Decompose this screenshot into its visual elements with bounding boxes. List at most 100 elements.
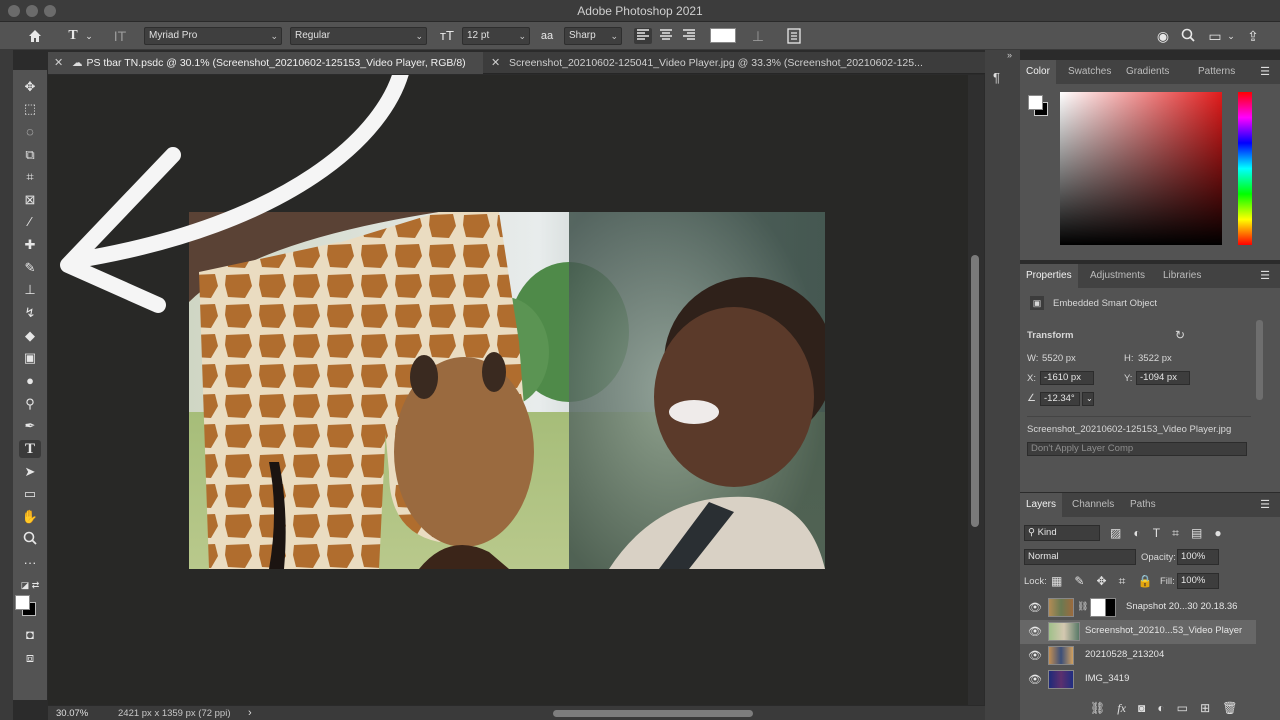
tab-layers[interactable]: Layers — [1020, 493, 1063, 517]
layer-mask-thumbnail[interactable] — [1090, 598, 1116, 617]
panel-menu-icon[interactable]: ☰ — [1260, 493, 1270, 517]
default-colors-icon[interactable]: ◪ ⇄ — [19, 576, 41, 594]
vertical-scrollbar[interactable] — [968, 75, 984, 705]
pixel-filter-icon[interactable]: ▨ — [1110, 526, 1121, 540]
filter-toggle-icon[interactable]: ● — [1214, 526, 1221, 540]
fx-icon[interactable]: fx — [1117, 701, 1126, 716]
y-input[interactable]: -1094 px — [1136, 371, 1190, 385]
brush-tool-icon[interactable]: ✎ — [19, 259, 41, 277]
tab-channels[interactable]: Channels — [1066, 493, 1120, 517]
new-group-icon[interactable]: ▭ — [1177, 701, 1188, 715]
layer-row[interactable]: 👁 20210528_213204 — [1020, 644, 1256, 668]
link-layers-icon[interactable]: ⛓ — [1090, 701, 1105, 715]
tab-swatches[interactable]: Swatches — [1062, 60, 1117, 84]
align-right-icon[interactable] — [680, 28, 698, 44]
shape-filter-icon[interactable]: ⌗ — [1172, 526, 1179, 541]
align-left-icon[interactable] — [634, 28, 652, 44]
blend-mode-select[interactable]: Normal — [1024, 549, 1136, 565]
clone-stamp-tool-icon[interactable]: ⊥ — [19, 281, 41, 299]
panel-menu-icon[interactable]: ☰ — [1260, 60, 1270, 84]
tab-libraries[interactable]: Libraries — [1157, 264, 1207, 288]
rectangle-tool-icon[interactable]: ▭ — [19, 485, 41, 503]
font-family-select[interactable]: Myriad Pro ⌄ — [144, 27, 282, 45]
blur-tool-icon[interactable]: ● — [19, 372, 41, 390]
visibility-eye-icon[interactable]: 👁 — [1028, 649, 1042, 662]
type-tool-icon[interactable]: T — [19, 440, 41, 458]
cloud-account-icon[interactable]: ◉ — [1154, 28, 1172, 44]
color-field[interactable] — [1060, 92, 1222, 245]
gradient-tool-icon[interactable]: ▣ — [19, 349, 41, 367]
canvas-area[interactable] — [48, 75, 968, 705]
smart-object-filter-icon[interactable]: ▤ — [1191, 526, 1202, 540]
lock-all-icon[interactable]: 🔒 — [1137, 574, 1152, 588]
close-tab-icon[interactable]: ✕ — [54, 52, 63, 74]
foreground-color-swatch[interactable] — [15, 595, 30, 610]
lock-position-icon[interactable]: ✥ — [1097, 574, 1107, 588]
layer-comp-select[interactable]: Don't Apply Layer Comp — [1027, 442, 1247, 456]
angle-dropdown[interactable]: ⌄ — [1082, 392, 1094, 406]
lock-transparent-icon[interactable]: ▦ — [1051, 574, 1062, 588]
screen-mode-icon[interactable]: ⧈ — [19, 649, 41, 667]
adjustment-layer-icon[interactable]: ◐ — [1157, 701, 1164, 715]
dodge-tool-icon[interactable]: ⚲ — [19, 395, 41, 413]
panel-menu-icon[interactable]: ☰ — [1260, 264, 1270, 288]
text-orientation-icon[interactable]: IT — [111, 28, 129, 44]
tab-properties[interactable]: Properties — [1020, 264, 1078, 288]
chevron-down-icon[interactable]: ⌄ — [1222, 28, 1240, 44]
text-color-swatch[interactable] — [710, 28, 736, 43]
home-icon[interactable] — [26, 28, 44, 44]
foreground-color-chip[interactable] — [1028, 95, 1043, 110]
frame-tool-icon[interactable]: ⊠ — [19, 191, 41, 209]
visibility-eye-icon[interactable]: 👁 — [1028, 625, 1042, 638]
hue-slider[interactable] — [1238, 92, 1252, 245]
align-center-icon[interactable] — [657, 28, 675, 44]
visibility-eye-icon[interactable]: 👁 — [1028, 601, 1042, 614]
new-layer-icon[interactable]: ⊞ — [1200, 701, 1210, 715]
add-mask-icon[interactable]: ◙ — [1138, 701, 1145, 715]
fill-input[interactable]: 100% — [1177, 573, 1219, 589]
paragraph-panel-icon[interactable]: ¶ — [993, 70, 1013, 90]
layer-row[interactable]: 👁 IMG_3419 — [1020, 668, 1256, 692]
quick-mask-icon[interactable]: ◘ — [19, 626, 41, 644]
horizontal-scroll-thumb[interactable] — [553, 710, 753, 717]
close-tab-icon[interactable]: ✕ — [491, 52, 500, 74]
move-tool-icon[interactable]: ✥ — [19, 78, 41, 96]
crop-tool-icon[interactable]: ⌗ — [19, 168, 41, 186]
font-style-select[interactable]: Regular ⌄ — [290, 27, 427, 45]
document-tab[interactable]: ✕ ☁ PS tbar TN.psdc @ 30.1% (Screenshot_2… — [48, 52, 483, 74]
font-size-select[interactable]: 12 pt ⌄ — [462, 27, 530, 45]
tab-adjustments[interactable]: Adjustments — [1084, 264, 1151, 288]
warp-text-icon[interactable]: ⊥ — [749, 28, 767, 44]
healing-brush-tool-icon[interactable]: ✚ — [19, 236, 41, 254]
eyedropper-tool-icon[interactable]: ⁄ — [19, 213, 41, 231]
properties-scrollbar[interactable] — [1256, 320, 1263, 400]
delete-layer-icon[interactable]: 🗑 — [1222, 701, 1237, 715]
hand-tool-icon[interactable]: ✋ — [19, 508, 41, 526]
lasso-tool-icon[interactable]: ◌ — [19, 123, 41, 141]
visibility-eye-icon[interactable]: 👁 — [1028, 673, 1042, 686]
object-selection-tool-icon[interactable]: ⧉ — [19, 146, 41, 164]
lock-pixels-icon[interactable]: ✎ — [1074, 574, 1084, 588]
search-icon[interactable] — [1179, 28, 1197, 44]
angle-input[interactable]: -12.34° — [1040, 392, 1080, 406]
tab-paths[interactable]: Paths — [1124, 493, 1162, 517]
document-tab[interactable]: ✕ Screenshot_20210602-125041_Video Playe… — [485, 52, 983, 74]
lock-artboard-icon[interactable]: ⌗ — [1119, 574, 1126, 589]
tab-gradients[interactable]: Gradients — [1120, 60, 1175, 84]
type-filter-icon[interactable]: T — [1153, 526, 1160, 540]
antialias-select[interactable]: Sharp ⌄ — [564, 27, 622, 45]
path-selection-tool-icon[interactable]: ➤ — [19, 463, 41, 481]
marquee-tool-icon[interactable]: ⬚ — [19, 100, 41, 118]
history-brush-tool-icon[interactable]: ↯ — [19, 304, 41, 322]
chevron-down-icon[interactable]: ⌄ — [80, 28, 98, 44]
layer-row[interactable]: 👁 ⛓ Snapshot 20...30 20.18.36 — [1020, 596, 1256, 620]
layer-filter-select[interactable]: ⚲ Kind — [1024, 525, 1100, 541]
eraser-tool-icon[interactable]: ◆ — [19, 327, 41, 345]
vertical-scroll-thumb[interactable] — [971, 255, 979, 527]
layer-row[interactable]: 👁 Screenshot_20210...53_Video Player — [1020, 620, 1256, 644]
tab-patterns[interactable]: Patterns — [1192, 60, 1241, 84]
share-icon[interactable]: ⇪ — [1244, 28, 1262, 44]
status-menu-arrow[interactable]: › — [248, 707, 252, 719]
reset-transform-icon[interactable]: ↻ — [1175, 328, 1185, 342]
x-input[interactable]: -1610 px — [1040, 371, 1094, 385]
